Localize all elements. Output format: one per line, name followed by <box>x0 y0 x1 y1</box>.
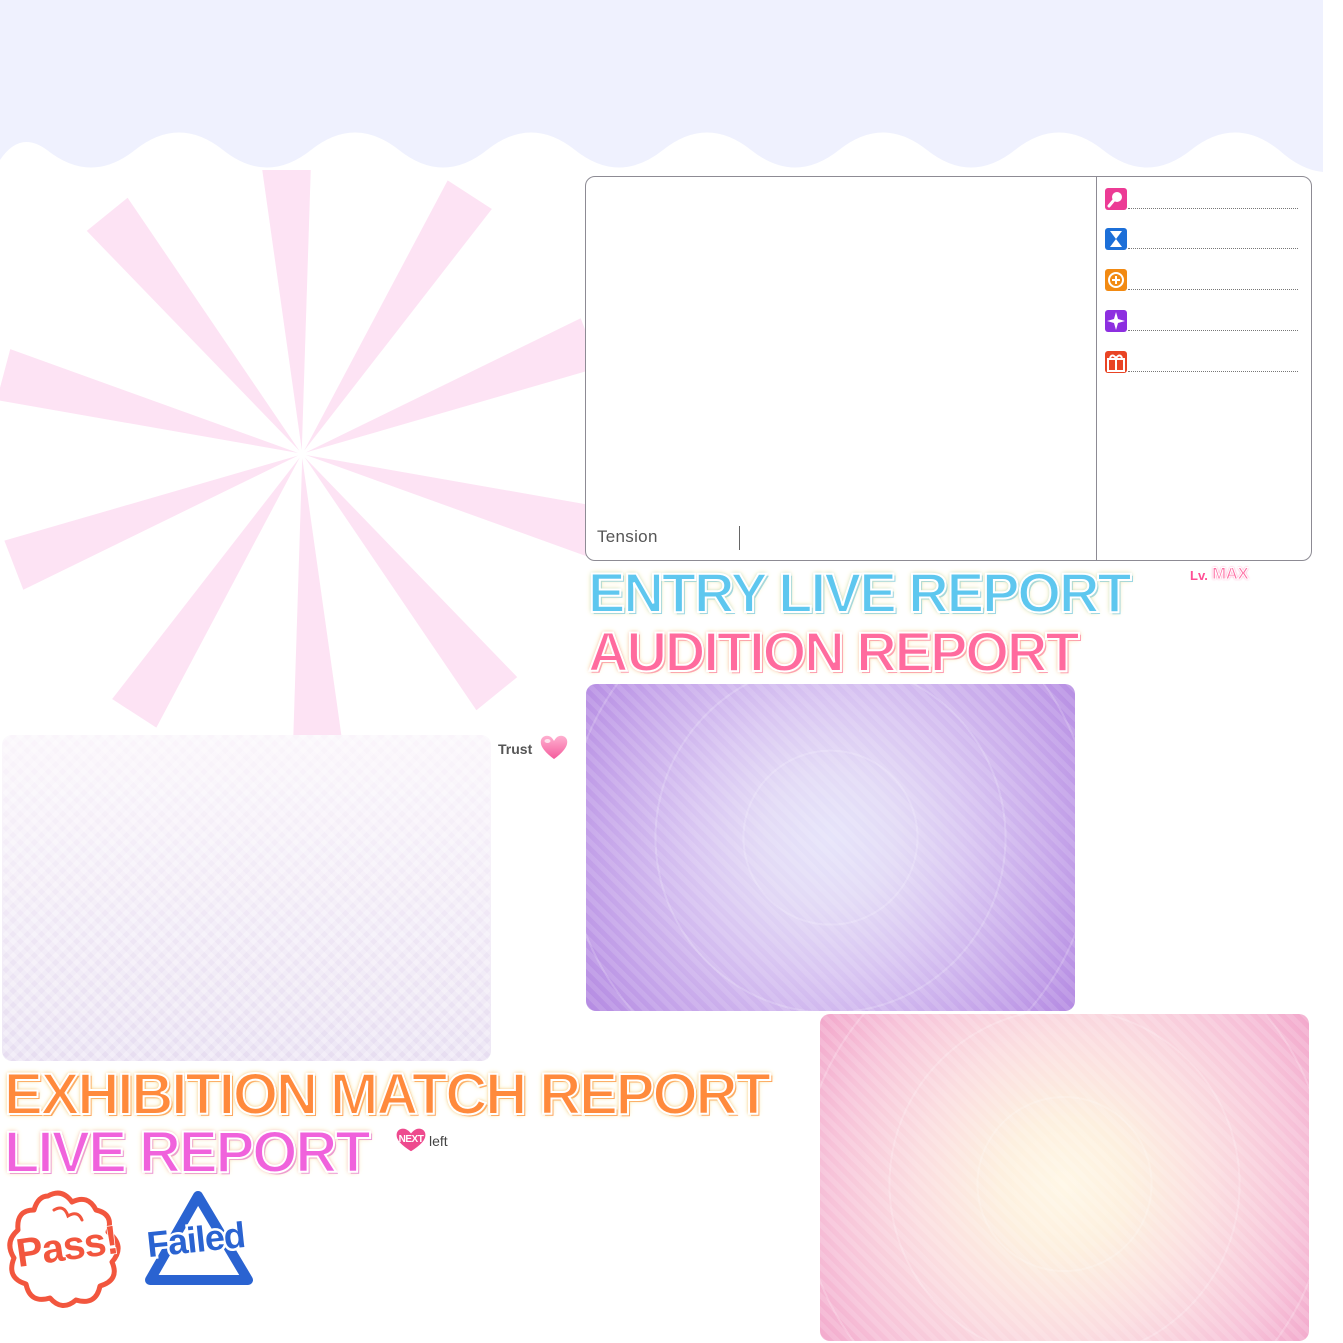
panel-divider <box>1096 177 1097 560</box>
stat-dotted-line <box>1128 371 1298 372</box>
top-wave-banner <box>0 0 1323 172</box>
audition-report-title: AUDITION REPORT <box>587 620 1081 683</box>
stat-dotted-line <box>1128 330 1298 331</box>
purple-card-panel <box>586 684 1075 1011</box>
stat-row-time <box>1104 227 1298 255</box>
pass-stamp: Pass! <box>7 1190 121 1308</box>
failed-stamp: Failed <box>142 1191 253 1285</box>
stat-dotted-line <box>1128 289 1298 290</box>
stat-dotted-line <box>1128 208 1298 209</box>
level-max-badge: MAX <box>1211 564 1249 584</box>
purple-sparkle-icon <box>1105 310 1127 332</box>
tension-gauge-marker <box>739 526 740 550</box>
next-badge-text: NEXT <box>399 1134 424 1145</box>
peach-card-panel <box>820 1014 1309 1341</box>
next-left-label: left <box>429 1133 448 1149</box>
starburst-decoration <box>0 170 590 740</box>
stat-row-gift <box>1104 350 1298 378</box>
heart-icon <box>539 734 569 761</box>
next-heart-badge: NEXT <box>395 1127 427 1153</box>
gift-icon <box>1105 351 1127 373</box>
tension-label: Tension <box>597 527 658 546</box>
stat-row-visual <box>1104 268 1298 296</box>
orange-badge-icon <box>1105 269 1127 291</box>
exhibition-match-report-title: EXHIBITION MATCH REPORT <box>3 1062 772 1127</box>
stat-row-dance <box>1104 309 1298 337</box>
stat-dotted-line <box>1128 248 1298 249</box>
stat-row-vocal <box>1104 187 1298 215</box>
level-prefix: Lv. <box>1190 568 1208 583</box>
mic-icon <box>1105 188 1127 210</box>
entry-live-report-title: ENTRY LIVE REPORT <box>587 561 1133 624</box>
stats-panel: Tension <box>585 176 1312 561</box>
lavender-card-panel <box>2 735 491 1061</box>
trust-label: Trust <box>498 741 533 757</box>
hourglass-icon <box>1105 228 1127 250</box>
live-report-title: LIVE REPORT <box>3 1120 372 1185</box>
